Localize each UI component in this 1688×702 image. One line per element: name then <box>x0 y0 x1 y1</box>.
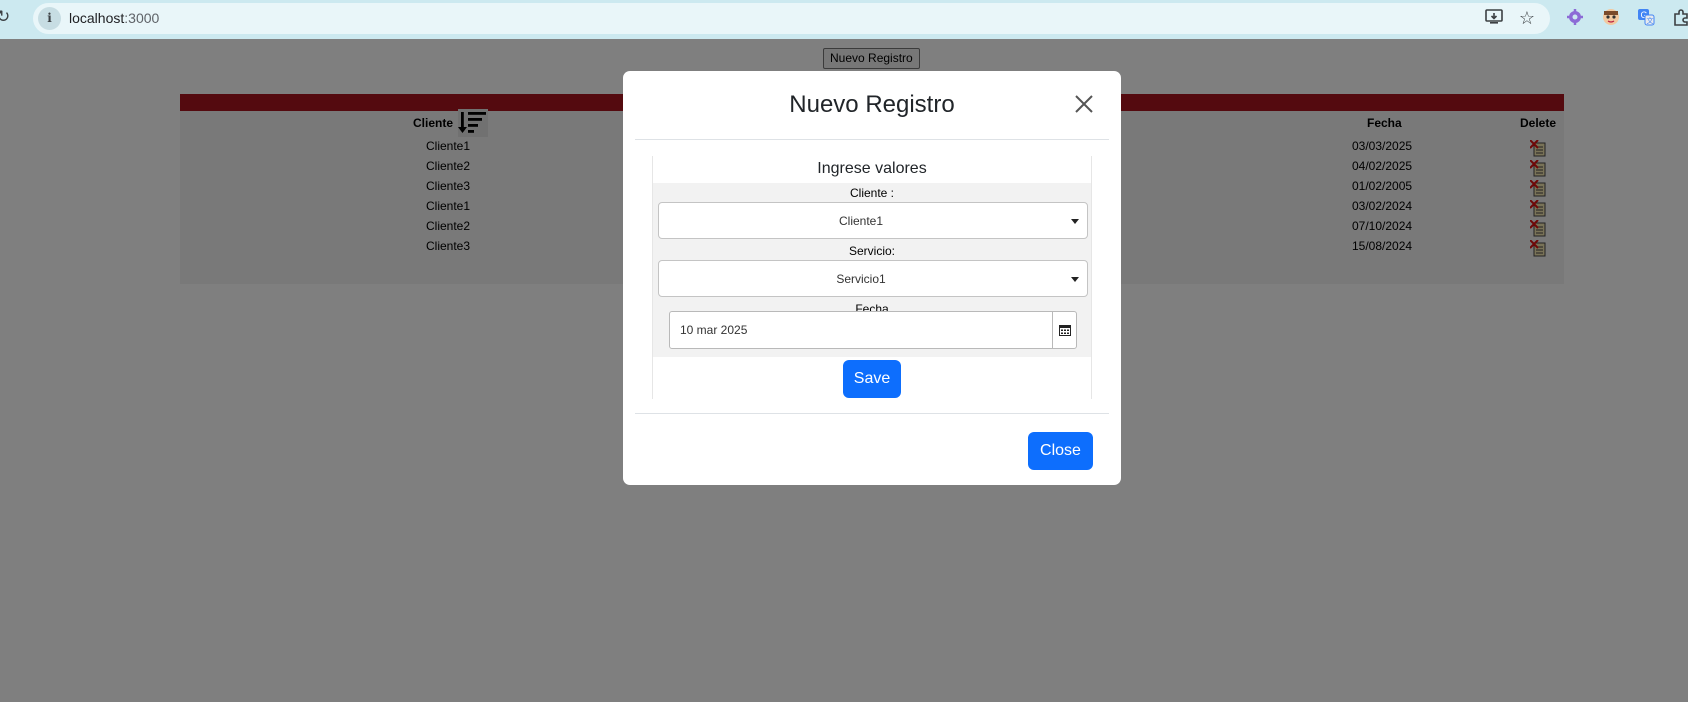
new-record-modal: Nuevo Registro Ingrese valores Cliente :… <box>623 71 1121 485</box>
close-button[interactable]: Close <box>1028 432 1093 470</box>
servicio-select[interactable]: Servicio1 <box>658 260 1088 297</box>
url-port: :3000 <box>124 10 160 26</box>
form-heading: Ingrese valores <box>817 160 927 177</box>
address-bar[interactable]: i localhost:3000 ☆ <box>33 3 1550 34</box>
modal-title: Nuevo Registro <box>789 91 955 118</box>
save-button[interactable]: Save <box>843 360 901 398</box>
form-body: Cliente : Cliente1 Servicio: Servicio1 F… <box>653 183 1091 357</box>
site-info-icon[interactable]: i <box>38 7 61 30</box>
install-app-icon[interactable] <box>1484 9 1504 29</box>
record-form: Ingrese valores Cliente : Cliente1 Servi… <box>652 156 1092 399</box>
face-extension-icon[interactable] <box>1601 8 1621 28</box>
close-icon[interactable] <box>1072 92 1096 116</box>
cliente-label: Cliente : <box>849 186 895 200</box>
modal-header-divider <box>635 139 1109 140</box>
gear-extension-icon[interactable] <box>1565 8 1585 28</box>
chevron-down-icon <box>1071 219 1079 224</box>
calendar-picker-button[interactable] <box>1052 312 1076 348</box>
svg-text:文: 文 <box>1647 16 1654 25</box>
calendar-icon <box>1059 325 1071 336</box>
url-host: localhost <box>69 10 125 26</box>
url-text: localhost:3000 <box>69 10 159 26</box>
fecha-date-value: 10 mar 2025 <box>680 323 748 337</box>
servicio-label: Servicio: <box>848 244 895 258</box>
modal-footer-divider <box>635 413 1109 414</box>
fecha-date-input[interactable]: 10 mar 2025 <box>669 311 1077 349</box>
cliente-select[interactable]: Cliente1 <box>658 202 1088 239</box>
reload-icon[interactable]: ↻ <box>0 7 16 27</box>
chevron-down-icon <box>1071 277 1079 282</box>
puzzle-extension-icon[interactable] <box>1671 8 1688 28</box>
browser-toolbar: ↻ i localhost:3000 ☆ G文 <box>0 0 1688 39</box>
servicio-select-value: Servicio1 <box>836 272 886 286</box>
bookmark-star-icon[interactable]: ☆ <box>1517 8 1537 28</box>
cliente-select-value: Cliente1 <box>838 214 884 228</box>
translate-extension-icon[interactable]: G文 <box>1636 8 1656 28</box>
